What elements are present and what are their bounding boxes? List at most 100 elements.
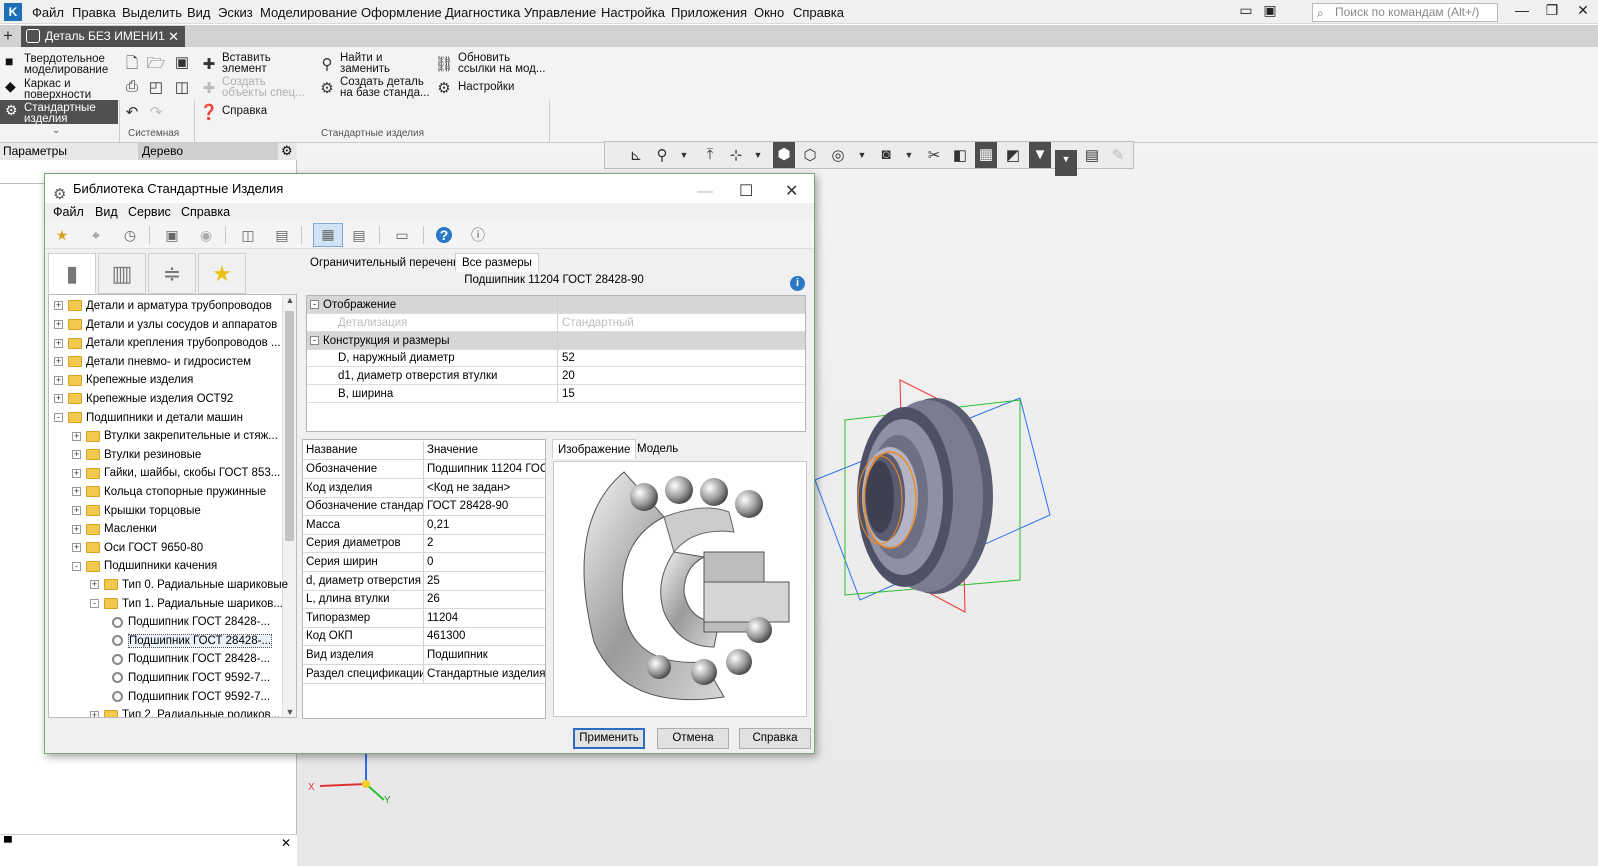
tab-tree[interactable]: Дерево [138, 143, 278, 160]
collapse-icon[interactable]: - [90, 599, 99, 609]
wireframe-view-icon[interactable]: ⬡ [799, 146, 821, 164]
menu-item[interactable]: Эскиз [218, 5, 253, 20]
save-icon[interactable]: ▣ [172, 53, 192, 71]
grid-param-row[interactable]: d1, диаметр отверстия втулки 20 [307, 367, 805, 386]
expand-icon[interactable]: + [54, 301, 63, 311]
table-row[interactable]: Обозначение стандарт ГОСТ 28428-90 [303, 497, 545, 517]
grid-icon[interactable]: ▦ [975, 142, 997, 168]
tree-item[interactable]: + Детали и арматура трубопроводов [54, 297, 272, 315]
app-logo-icon[interactable]: K [4, 3, 22, 21]
menu-item[interactable]: Управление [524, 5, 596, 20]
panel-icon[interactable]: ▭ [391, 225, 413, 245]
collapse-icon[interactable]: - [310, 300, 319, 309]
rotate-icon[interactable]: ⤒ [699, 146, 721, 163]
tree-item[interactable]: + Детали пневмо- и гидросистем [54, 353, 251, 371]
stack-icon[interactable]: ◩ [1002, 146, 1024, 164]
update-links-button[interactable]: Обновить ссылки на мод... [458, 52, 550, 75]
expand-icon[interactable]: + [54, 338, 63, 348]
collapse-icon[interactable]: - [310, 335, 319, 345]
binoculars-icon[interactable]: ⌖ [85, 225, 107, 245]
tree-view-icon[interactable]: ▦ [313, 223, 343, 247]
tab-parameters[interactable]: Параметры [3, 144, 67, 158]
expand-icon[interactable]: + [72, 506, 81, 516]
expand-icon[interactable]: + [72, 543, 81, 553]
collapse-chevron-icon[interactable]: ⌄ [52, 125, 60, 136]
tree-item[interactable]: + Тип 2. Радиальные роликов... [90, 706, 280, 717]
grid-param-row[interactable]: D, наружный диаметр 52 [307, 349, 805, 368]
tree-item[interactable]: Подшипник ГОСТ 28428-... [108, 613, 270, 631]
dropdown-icon[interactable]: ▼ [747, 150, 769, 160]
collapse-icon[interactable]: - [72, 561, 81, 571]
preview-icon[interactable]: ◰ [146, 78, 166, 96]
table-row[interactable]: Раздел спецификации Стандартные изделия [303, 664, 545, 684]
dialog-menu-item[interactable]: Файл [53, 205, 84, 219]
properties-icon[interactable]: ◫ [172, 78, 192, 96]
axis-icon[interactable]: ⊹ [725, 146, 747, 164]
collapse-icon[interactable]: - [54, 413, 63, 423]
tab-limited-list[interactable]: Ограничительный перечень [303, 253, 466, 272]
ribbon-help-button[interactable]: Справка [222, 105, 267, 117]
menu-item[interactable]: Выделить [122, 5, 182, 20]
dropdown-icon[interactable]: ▼ [898, 150, 920, 160]
panel-standard-parts[interactable]: ⚙ Стандартные изделия [0, 100, 118, 125]
tree-item[interactable]: + Детали и узлы сосудов и аппаратов [54, 316, 277, 334]
table-row[interactable]: Код изделия <Код не задан> [303, 478, 545, 498]
tree-item[interactable]: + Детали крепления трубопроводов ... [54, 334, 281, 352]
tab-favorites[interactable]: ★ [198, 253, 246, 294]
tree-item[interactable]: Подшипник ГОСТ 28428-... [108, 632, 273, 650]
table-row[interactable]: L, длина втулки 26 [303, 590, 545, 610]
table-row[interactable]: Серия ширин 0 [303, 553, 545, 572]
apply-button[interactable]: Применить [573, 728, 645, 749]
table-row[interactable]: Обозначение Подшипник 11204 ГОСТ [303, 460, 545, 479]
hide-icon[interactable]: ◎ [827, 146, 849, 164]
grid-group-row[interactable]: - Отображение [307, 296, 805, 314]
tab-fasteners[interactable]: ▮ [48, 253, 96, 294]
dialog-close-button[interactable]: ✕ [785, 177, 798, 206]
catalog-icon[interactable]: ◫ [237, 225, 259, 245]
tree-item[interactable]: + Крышки торцовые [72, 502, 201, 520]
menu-item[interactable]: Моделирование [260, 5, 357, 20]
tab-model[interactable]: Модель [632, 439, 683, 459]
menu-item[interactable]: Справка [793, 5, 844, 20]
info-icon[interactable]: i [790, 276, 805, 291]
shaded-view-icon[interactable]: ⬢ [773, 142, 795, 168]
expand-icon[interactable]: + [72, 487, 81, 497]
tree-item[interactable]: + Тип 0. Радиальные шариковые [90, 576, 288, 594]
minimize-button[interactable]: — [1512, 2, 1532, 18]
panel-settings-icon[interactable]: ⚙ [281, 143, 293, 159]
tree-item[interactable]: - Тип 1. Радиальные шариков... [90, 595, 283, 613]
panel-solid-modeling[interactable]: ■ Твердотельное моделирование [0, 51, 118, 76]
undo-icon[interactable]: ↶ [122, 103, 142, 121]
menu-item[interactable]: Приложения [671, 5, 747, 20]
tab-bushings[interactable]: ▥ [98, 253, 146, 294]
dialog-menu-item[interactable]: Сервис [128, 205, 171, 219]
tree-item[interactable]: + Масленки [72, 520, 157, 538]
table-row[interactable]: Серия диаметров 2 [303, 534, 545, 554]
report-icon[interactable]: ▤ [1081, 146, 1103, 164]
menu-item[interactable]: Окно [754, 5, 784, 20]
maximize-button[interactable]: ❐ [1542, 2, 1562, 19]
screen-icon[interactable]: ▣ [1260, 2, 1280, 19]
tree-item[interactable]: + Втулки закрепительные и стяж... [72, 427, 278, 445]
tree-item[interactable]: + Гайки, шайбы, скобы ГОСТ 853... [72, 464, 280, 482]
menu-item[interactable]: Настройка [601, 5, 665, 20]
menu-item[interactable]: Файл [32, 5, 64, 20]
expand-icon[interactable]: + [54, 375, 63, 385]
param-value[interactable]: Стандартный [559, 314, 805, 331]
expand-icon[interactable]: + [90, 710, 99, 717]
settings-button[interactable]: Настройки [458, 81, 514, 93]
close-tab-icon[interactable]: ✕ [168, 26, 179, 47]
insert-element-button[interactable]: Вставить элемент [222, 52, 317, 75]
about-icon[interactable]: ⓘ [467, 225, 489, 245]
expand-icon[interactable]: + [54, 394, 63, 404]
catalog-tree[interactable]: ▲ ▼ + Детали и арматура трубопроводов + Дет… [48, 294, 297, 718]
table-row[interactable]: Код ОКП 461300 [303, 627, 545, 647]
menu-item[interactable]: Правка [72, 5, 116, 20]
dropdown-icon[interactable]: ▼ [851, 150, 873, 160]
tree-item[interactable]: + Крепежные изделия ОСТ92 [54, 390, 233, 408]
find-replace-button[interactable]: Найти и заменить [340, 52, 420, 75]
layers-icon[interactable]: ◧ [949, 146, 971, 164]
close-button[interactable]: ✕ [1573, 2, 1593, 19]
tab-all-sizes[interactable]: Все размеры [455, 253, 539, 272]
section-icon[interactable]: ✂ [923, 146, 945, 164]
